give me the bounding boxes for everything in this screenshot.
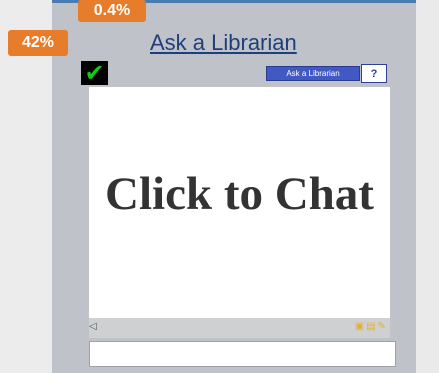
folder-icon[interactable]: ▣ [355,321,364,332]
check-icon: ✔ [81,61,108,85]
chat-icon[interactable]: ? [361,64,387,83]
status-left-arrow-icon[interactable]: ◁ [89,321,97,332]
click-to-chat-text[interactable]: Click to Chat [89,167,390,221]
mini-ask-librarian-badge[interactable]: Ask a Librarian [266,66,360,81]
ask-librarian-link[interactable]: Ask a Librarian [150,30,297,56]
pencil-icon[interactable]: ✎ [378,321,386,332]
percent-badge-top: 0.4% [78,0,146,22]
right-background [416,0,439,373]
percent-badge-left: 42% [8,30,68,56]
status-bar: ◁ ▣ ▤ ✎ [89,318,390,338]
chat-bubble-icon[interactable]: ▤ [366,321,375,332]
chat-panel[interactable]: Click to Chat [89,87,390,318]
chat-input[interactable] [89,341,396,367]
status-icons: ▣ ▤ ✎ [355,321,386,332]
